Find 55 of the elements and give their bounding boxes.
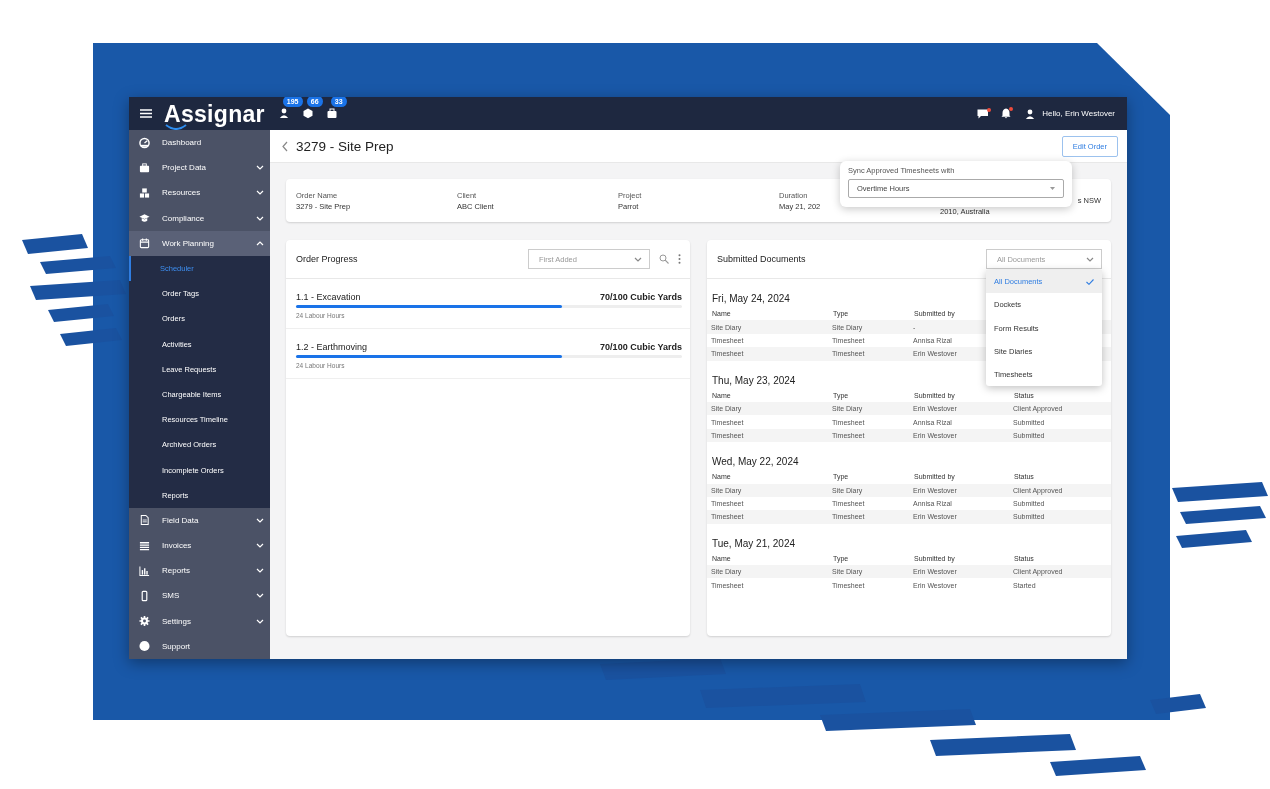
sidebar-item[interactable]: Dashboard [129,130,270,156]
mortarboard-icon [139,212,150,225]
search-icon[interactable] [659,254,669,264]
date-heading: Wed, May 22, 2024 [712,456,799,468]
sidebar-item[interactable]: Resources [129,180,270,206]
activity-name: 1.2 - Earthmoving [296,342,368,352]
sidebar-item[interactable]: Invoices [129,533,270,559]
date-heading: Thu, May 23, 2024 [712,374,796,386]
dropdown-arrow-icon [1050,187,1055,190]
sidebar-item[interactable]: SMS [129,583,270,609]
sidebar-item[interactable]: Project Data [129,155,270,181]
settings-icon [139,615,150,628]
back-icon[interactable] [282,140,288,152]
sidebar-item[interactable]: Compliance [129,205,270,231]
chevron-icon [256,568,264,574]
briefcase-icon [139,161,150,174]
chevron-icon [256,240,264,246]
chevron-icon [634,256,642,262]
document-icon [139,514,150,527]
quantity-text: 70/100 Cubic Yards [600,342,682,352]
menu-icon[interactable] [140,109,152,118]
sidebar-item[interactable]: Support [129,633,270,659]
phone-icon [139,589,150,602]
chevron-icon [256,165,264,171]
bar-chart-icon [139,564,150,577]
date-heading: Tue, May 21, 2024 [712,537,795,549]
more-icon[interactable] [678,254,681,264]
user-icon[interactable] [1025,108,1036,119]
user-greeting[interactable]: Hello, Erin Westover [1042,109,1115,118]
chevron-icon [1086,256,1094,262]
person-icon[interactable] [278,108,289,119]
briefcase-icon[interactable] [326,108,337,119]
bell-icon[interactable] [1001,108,1012,119]
chevron-icon [256,593,264,599]
sidebar-item[interactable]: Settings [129,608,270,634]
list-icon [139,539,150,552]
cubes-icon [139,186,150,199]
activity-name: 1.1 - Excavation [296,292,361,302]
sidebar-item[interactable]: Field Data [129,507,270,533]
quantity-text: 70/100 Cubic Yards [600,292,682,302]
card-title: Submitted Documents [717,254,807,264]
date-heading: Fri, May 24, 2024 [712,293,790,304]
gauge-icon [139,136,150,149]
calendar-icon [139,237,150,250]
chevron-icon [256,215,264,221]
chevron-icon [256,517,264,523]
chat-icon[interactable] [977,108,990,119]
chevron-icon [256,618,264,624]
sidebar-item[interactable]: Reports [129,558,270,584]
cube-icon[interactable] [302,108,313,119]
check-icon [1086,278,1094,285]
page-title: 3279 - Site Prep [296,138,395,154]
card-title: Order Progress [296,254,359,264]
chevron-icon [256,190,264,196]
chevron-icon [256,543,264,549]
